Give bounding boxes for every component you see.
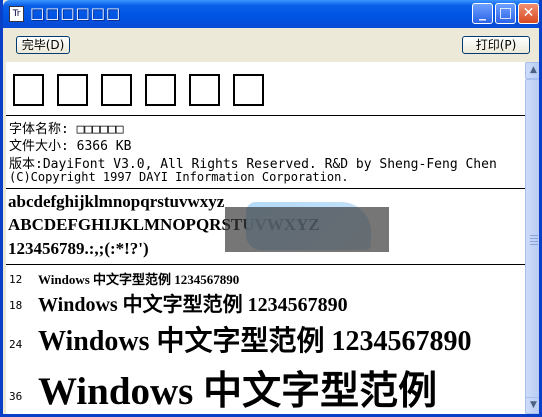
title-bar[interactable]: Tr □□□□□□ _ □ ✕ — [3, 0, 539, 28]
scroll-up-icon[interactable]: ▲ — [525, 62, 539, 79]
sample-line-12: Windows 中文字型范例 1234567890 — [38, 272, 240, 287]
close-icon: ✕ — [522, 5, 535, 21]
divider — [6, 115, 525, 116]
font-file-icon: Tr — [9, 6, 24, 22]
sample-size-label: 12 — [9, 273, 23, 286]
toolbar: 完毕(D) 打印(P) — [3, 28, 539, 62]
glyph-box — [189, 74, 220, 106]
grip-line — [530, 235, 538, 236]
sample-size-label: 36 — [9, 390, 23, 403]
vertical-scrollbar[interactable]: ▲ ▼ — [525, 62, 539, 414]
divider — [6, 188, 525, 189]
file-size-label: 文件大小: — [9, 139, 69, 154]
maximize-button[interactable]: □ — [495, 3, 516, 24]
charset-digits: 123456789.:,;(:*!?') — [8, 239, 149, 258]
copyright-text: (C)Copyright 1997 DAYI Information Corpo… — [9, 170, 349, 184]
font-preview-pane: 字体名称: □□□□□□ 文件大小: 6366 KB 版本:DayiFont V… — [6, 62, 525, 414]
window-title: □□□□□□ — [30, 4, 122, 22]
charset-lowercase: abcdefghijklmnopqrstuvwxyz — [8, 192, 225, 211]
maximize-icon: □ — [498, 5, 513, 21]
file-size-row: 文件大小: 6366 KB — [9, 135, 131, 154]
scroll-thumb[interactable] — [525, 79, 539, 399]
scroll-down-icon[interactable]: ▼ — [525, 397, 539, 414]
glyph-box — [57, 74, 88, 106]
file-size-value: 6366 KB — [76, 139, 132, 154]
glyph-box — [101, 74, 132, 106]
sample-size-label: 24 — [9, 338, 23, 351]
grip-line — [530, 238, 538, 239]
minimize-button[interactable]: _ — [472, 3, 493, 24]
font-viewer-window: Tr □□□□□□ _ □ ✕ 完毕(D) 打印(P) 字体名称: □□□□□□… — [0, 0, 542, 417]
close-button[interactable]: ✕ — [518, 3, 539, 24]
print-button[interactable]: 打印(P) — [462, 36, 530, 54]
divider — [6, 264, 525, 265]
glyph-box — [145, 74, 176, 106]
sample-line-18: Windows 中文字型范例 1234567890 — [38, 294, 348, 316]
done-button[interactable]: 完毕(D) — [16, 36, 70, 54]
sample-size-label: 18 — [9, 299, 23, 312]
font-name-glyphs — [13, 74, 277, 110]
minimize-icon: _ — [479, 5, 486, 21]
glyph-box — [13, 74, 44, 106]
sample-line-24: Windows 中文字型范例 1234567890 — [38, 326, 472, 357]
glyph-box — [233, 74, 264, 106]
tooltip-overlay — [225, 207, 389, 252]
grip-line — [530, 244, 538, 245]
sample-line-36: Windows 中文字型范例 — [38, 370, 438, 413]
grip-line — [530, 241, 538, 242]
